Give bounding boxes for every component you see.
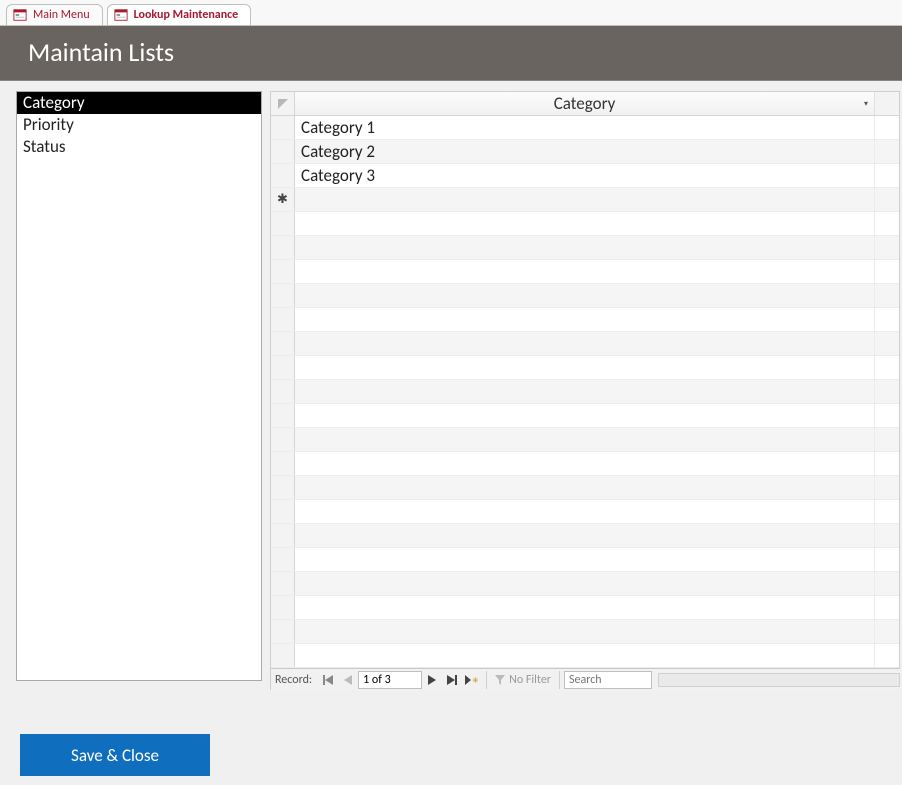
svg-text:✳: ✳ bbox=[472, 676, 479, 685]
empty-row bbox=[271, 332, 899, 356]
save-close-button[interactable]: Save & Close bbox=[20, 734, 210, 776]
form-icon bbox=[114, 8, 128, 22]
empty-row bbox=[271, 548, 899, 572]
new-record-icon: ✱ bbox=[271, 188, 295, 211]
main-area: Category Priority Status Category ▾ bbox=[0, 81, 902, 698]
cell-spacer bbox=[875, 164, 899, 187]
cell-spacer bbox=[875, 116, 899, 139]
cell-category[interactable]: Category 2 bbox=[295, 140, 875, 163]
empty-row bbox=[271, 404, 899, 428]
sidebar-item-label: Status bbox=[23, 136, 66, 157]
empty-row bbox=[271, 236, 899, 260]
record-navigator: Record: ✳ No Filter bbox=[271, 668, 900, 690]
horizontal-scrollbar[interactable] bbox=[658, 673, 900, 687]
empty-row bbox=[271, 476, 899, 500]
form-icon bbox=[13, 8, 27, 22]
chevron-down-icon[interactable]: ▾ bbox=[864, 99, 868, 109]
nav-next-button[interactable] bbox=[422, 671, 442, 689]
empty-row bbox=[271, 428, 899, 452]
table-row[interactable]: Category 3 bbox=[271, 164, 899, 188]
record-label: Record: bbox=[271, 673, 318, 687]
grid-body: Category 1 Category 2 Category 3 ✱ bbox=[271, 116, 899, 668]
grid: Category ▾ Category 1 Category 2 bbox=[271, 91, 900, 668]
datasheet: Category ▾ Category 1 Category 2 bbox=[270, 91, 900, 690]
column-header-label: Category bbox=[554, 93, 616, 114]
nav-last-button[interactable] bbox=[442, 671, 462, 689]
column-header-row: Category ▾ bbox=[271, 92, 899, 116]
sidebar-list[interactable]: Category Priority Status bbox=[16, 91, 262, 681]
record-position-input[interactable] bbox=[358, 671, 422, 689]
cell-spacer bbox=[875, 140, 899, 163]
empty-row bbox=[271, 572, 899, 596]
nav-prev-button[interactable] bbox=[338, 671, 358, 689]
page-title: Maintain Lists bbox=[28, 36, 902, 68]
no-filter-indicator[interactable]: No Filter bbox=[486, 671, 560, 689]
cell-category[interactable]: Category 1 bbox=[295, 116, 875, 139]
cell-category-new[interactable] bbox=[295, 188, 875, 211]
column-header-category[interactable]: Category ▾ bbox=[295, 92, 875, 115]
no-filter-label: No Filter bbox=[509, 673, 551, 687]
empty-row bbox=[271, 356, 899, 380]
select-all-corner[interactable] bbox=[271, 92, 295, 115]
sidebar-item-label: Category bbox=[23, 92, 85, 113]
empty-row bbox=[271, 524, 899, 548]
nav-new-record-button[interactable]: ✳ bbox=[462, 671, 482, 689]
row-selector[interactable] bbox=[271, 164, 295, 187]
tab-label: Lookup Maintenance bbox=[134, 8, 239, 22]
cell-category[interactable]: Category 3 bbox=[295, 164, 875, 187]
empty-row bbox=[271, 644, 899, 668]
search-input[interactable] bbox=[564, 671, 652, 689]
empty-row bbox=[271, 308, 899, 332]
empty-row bbox=[271, 596, 899, 620]
empty-row bbox=[271, 380, 899, 404]
empty-row bbox=[271, 452, 899, 476]
tab-label: Main Menu bbox=[33, 8, 90, 22]
empty-row bbox=[271, 620, 899, 644]
table-new-row[interactable]: ✱ bbox=[271, 188, 899, 212]
sidebar-item-category[interactable]: Category bbox=[17, 92, 261, 114]
row-selector[interactable] bbox=[271, 140, 295, 163]
column-header-spacer bbox=[875, 92, 899, 115]
sidebar-item-status[interactable]: Status bbox=[17, 136, 261, 158]
filter-icon bbox=[495, 675, 505, 685]
sidebar-item-priority[interactable]: Priority bbox=[17, 114, 261, 136]
tab-strip: Main Menu Lookup Maintenance bbox=[0, 0, 902, 26]
cell-spacer bbox=[875, 188, 899, 211]
header-band: Maintain Lists bbox=[0, 26, 902, 81]
empty-row bbox=[271, 260, 899, 284]
tab-main-menu[interactable]: Main Menu bbox=[6, 4, 103, 25]
tab-lookup-maintenance[interactable]: Lookup Maintenance bbox=[107, 4, 252, 25]
empty-row bbox=[271, 500, 899, 524]
empty-row bbox=[271, 212, 899, 236]
nav-first-button[interactable] bbox=[318, 671, 338, 689]
sidebar-item-label: Priority bbox=[23, 114, 74, 135]
table-row[interactable]: Category 2 bbox=[271, 140, 899, 164]
row-selector[interactable] bbox=[271, 116, 295, 139]
empty-row bbox=[271, 284, 899, 308]
table-row[interactable]: Category 1 bbox=[271, 116, 899, 140]
